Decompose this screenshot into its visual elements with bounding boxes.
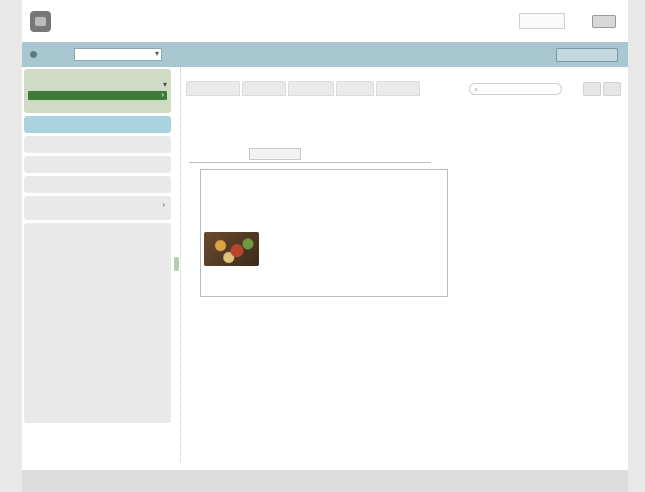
sidebar-empty-area <box>24 223 171 423</box>
logo-icon[interactable] <box>30 11 51 32</box>
footer-right-text[interactable] <box>534 477 620 486</box>
filter-select[interactable] <box>249 148 301 160</box>
sidebar-item-highlighted[interactable] <box>24 116 171 133</box>
footer <box>22 470 628 492</box>
fact-line <box>265 237 445 244</box>
footer-left-text <box>30 477 315 486</box>
card-footer <box>265 282 435 290</box>
fact-line <box>265 251 445 258</box>
sidebar-item[interactable] <box>24 136 171 153</box>
food-photo <box>204 232 259 266</box>
chevron-right-icon[interactable]: › <box>162 200 165 209</box>
search-icon: ⌕ <box>474 85 479 94</box>
fact-line <box>265 202 445 209</box>
header <box>22 0 628 42</box>
fact-line <box>265 216 445 223</box>
sidebar-group-subitem[interactable]: ▾ <box>28 80 167 90</box>
chevron-down-icon[interactable]: ▾ <box>163 80 167 89</box>
tab[interactable] <box>186 81 240 96</box>
fact-list <box>265 202 445 265</box>
search-input[interactable]: ⌕ <box>469 83 562 95</box>
nav-button[interactable] <box>603 82 621 96</box>
splitter-grip-icon[interactable] <box>174 257 179 271</box>
result-card <box>200 169 448 297</box>
tab[interactable] <box>242 81 286 96</box>
sidebar-group-title[interactable] <box>28 72 167 81</box>
toolbar-right-button[interactable] <box>556 48 618 62</box>
card-subtitle <box>210 188 290 196</box>
tab-bar <box>186 81 420 96</box>
main-content: ⌕ <box>181 67 628 462</box>
toolbar-icon[interactable] <box>30 51 37 58</box>
header-button[interactable] <box>592 15 616 28</box>
card-title-link[interactable] <box>210 176 360 187</box>
sidebar-item-active[interactable]: › <box>28 90 167 100</box>
fact-line <box>265 258 445 265</box>
fact-line <box>265 230 445 237</box>
filter-label <box>189 150 249 160</box>
tab[interactable] <box>336 81 374 96</box>
fact-line <box>265 209 445 216</box>
view-links[interactable] <box>533 115 623 125</box>
sidebar-item[interactable] <box>24 156 171 173</box>
fact-line <box>265 223 445 230</box>
panel-splitter[interactable] <box>173 67 181 462</box>
sidebar-item[interactable] <box>24 176 171 193</box>
nav-button[interactable] <box>583 82 601 96</box>
view-title <box>189 111 399 123</box>
toolbar <box>22 42 628 67</box>
tab[interactable] <box>376 81 420 96</box>
header-input[interactable] <box>519 13 565 29</box>
sidebar-group-subitem[interactable] <box>28 100 167 109</box>
sidebar-item-expandable[interactable]: › <box>24 196 171 220</box>
sidebar: ▾ › › <box>22 67 173 462</box>
fact-line <box>265 244 445 251</box>
pager[interactable] <box>189 133 203 143</box>
toolbar-select[interactable] <box>74 48 162 61</box>
divider <box>189 162 431 163</box>
tab[interactable] <box>288 81 334 96</box>
chevron-right-icon: › <box>161 90 164 99</box>
sidebar-group: ▾ › <box>24 69 171 113</box>
app-window: ▾ › › ⌕ <box>22 0 628 492</box>
